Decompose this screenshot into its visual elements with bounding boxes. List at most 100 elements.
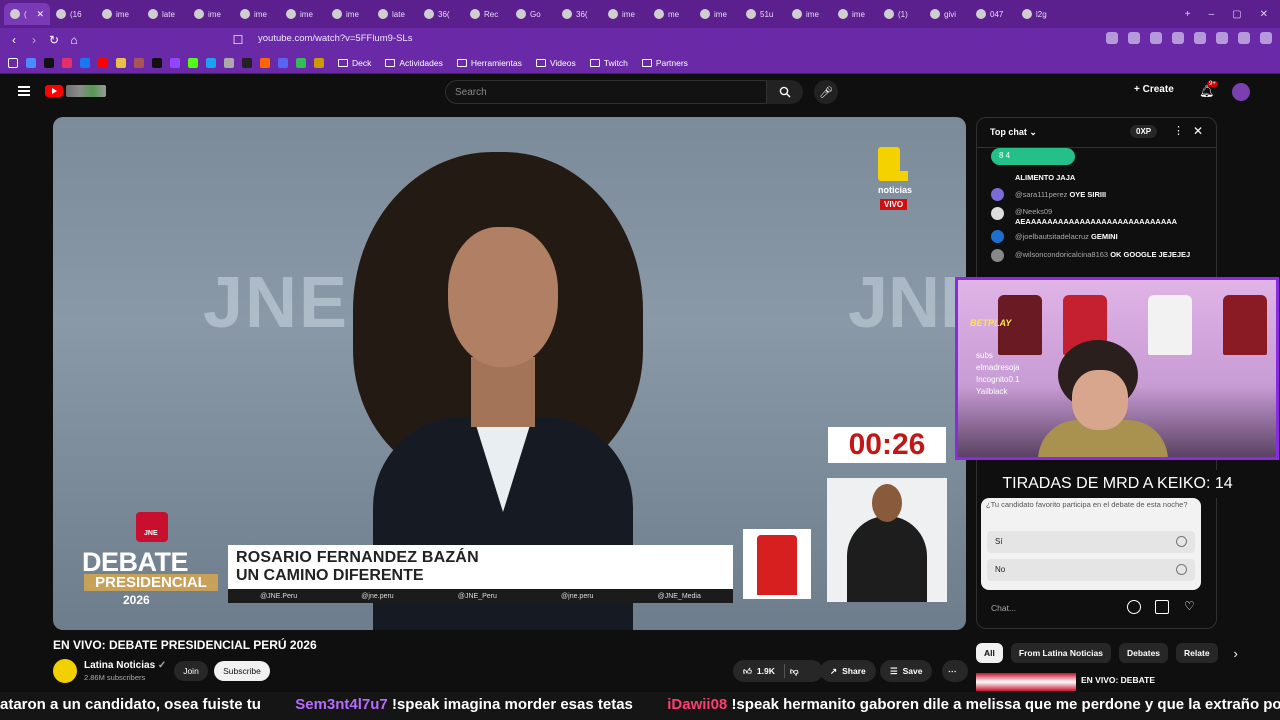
bookmark-folder[interactable]: Actividades bbox=[385, 58, 443, 68]
extension-icon[interactable] bbox=[1150, 32, 1162, 44]
bookmark-favicon[interactable] bbox=[116, 57, 126, 68]
youtube-icon[interactable] bbox=[98, 57, 108, 68]
close-icon[interactable]: ✕ bbox=[1193, 124, 1203, 138]
bookmark-favicon[interactable] bbox=[242, 57, 252, 68]
extension-icon[interactable] bbox=[1172, 32, 1184, 44]
poll-option[interactable]: No bbox=[987, 559, 1195, 581]
browser-tab[interactable]: 51u bbox=[740, 3, 786, 25]
video-player[interactable]: JNE JNE noticias VIVO 00:26 JNE DEBATE P… bbox=[53, 117, 966, 630]
save-button[interactable]: ☰ Save bbox=[880, 660, 933, 682]
extension-icon[interactable] bbox=[1194, 32, 1206, 44]
chat-input[interactable]: Chat... bbox=[991, 603, 1016, 613]
chip-channel[interactable]: From Latina Noticias bbox=[1010, 643, 1111, 663]
bookmark-icon[interactable]: ☐ bbox=[228, 33, 248, 47]
search-button[interactable] bbox=[767, 80, 803, 104]
browser-tab[interactable]: ime bbox=[234, 3, 280, 25]
chip-related[interactable]: Relate bbox=[1176, 643, 1218, 663]
browser-tab[interactable]: ime bbox=[694, 3, 740, 25]
close-tab-icon[interactable]: ✕ bbox=[36, 9, 44, 20]
channel-avatar[interactable] bbox=[53, 659, 77, 683]
heart-icon[interactable]: ♡ bbox=[1184, 600, 1198, 614]
browser-tab[interactable]: 36( bbox=[418, 3, 464, 25]
bookmark-favicon[interactable] bbox=[314, 57, 324, 68]
browser-tab[interactable]: ime bbox=[602, 3, 648, 25]
bookmark-favicon[interactable] bbox=[134, 57, 144, 68]
back-icon[interactable]: ‹ bbox=[4, 33, 24, 47]
forward-icon[interactable]: › bbox=[24, 33, 44, 47]
browser-tab[interactable]: (16 bbox=[50, 3, 96, 25]
ticker-user: iDawii08 bbox=[667, 696, 728, 713]
browser-tab[interactable]: Rec bbox=[464, 3, 510, 25]
chip-debates[interactable]: Debates bbox=[1118, 643, 1169, 663]
bookmark-favicon[interactable] bbox=[224, 57, 234, 68]
like-button[interactable]: 👍︎ 1.9K 👎︎ bbox=[733, 660, 823, 682]
bookmark-favicon[interactable] bbox=[188, 57, 198, 68]
join-button[interactable]: Join bbox=[174, 661, 208, 681]
instagram-icon[interactable] bbox=[62, 57, 72, 68]
x-icon[interactable] bbox=[152, 57, 162, 68]
browser-tab[interactable]: Go bbox=[510, 3, 556, 25]
subscribe-button[interactable]: Subscribe bbox=[214, 661, 270, 681]
browser-tab[interactable]: late bbox=[372, 3, 418, 25]
browser-tab[interactable]: me bbox=[648, 3, 694, 25]
reload-icon[interactable]: ↻ bbox=[44, 33, 64, 47]
bookmark-favicon[interactable] bbox=[170, 57, 180, 68]
youtube-logo[interactable] bbox=[45, 85, 63, 97]
bookmark-folder[interactable]: Partners bbox=[641, 58, 688, 68]
facebook-icon[interactable] bbox=[80, 57, 90, 68]
channel-name[interactable]: Latina Noticias ✓ bbox=[84, 660, 166, 671]
browser-tab[interactable]: ime bbox=[786, 3, 832, 25]
chip-all[interactable]: All bbox=[976, 643, 1003, 663]
avatar[interactable] bbox=[1232, 83, 1250, 101]
chat-mode-dropdown[interactable]: Top chat ⌄ bbox=[990, 127, 1037, 138]
emoji-icon[interactable] bbox=[1127, 600, 1141, 614]
home-icon[interactable]: ⌂ bbox=[64, 33, 84, 47]
chevron-right-icon[interactable]: › bbox=[1234, 646, 1238, 661]
search-input[interactable]: Search bbox=[445, 80, 767, 104]
share-button[interactable]: ↗ Share bbox=[820, 660, 876, 682]
url-field[interactable]: youtube.com/watch?v=5FFlum9-SLs bbox=[258, 33, 412, 44]
bookmark-favicon[interactable] bbox=[278, 57, 288, 68]
bookmark-folder[interactable]: Deck bbox=[338, 58, 371, 68]
browser-tab[interactable]: ime bbox=[832, 3, 878, 25]
extension-icon[interactable] bbox=[1128, 32, 1140, 44]
menu-icon[interactable] bbox=[18, 86, 30, 96]
close-window-icon[interactable]: ✕ bbox=[1260, 9, 1268, 20]
extension-icon[interactable] bbox=[1216, 32, 1228, 44]
browser-tab[interactable]: 36( bbox=[556, 3, 602, 25]
browser-tab[interactable]: givi bbox=[924, 3, 970, 25]
new-tab-icon[interactable]: + bbox=[1185, 9, 1191, 20]
extension-icon[interactable] bbox=[1238, 32, 1250, 44]
poll-option[interactable]: Sí bbox=[987, 531, 1195, 553]
bookmark-favicon[interactable] bbox=[260, 57, 270, 68]
browser-tab[interactable]: 047 bbox=[970, 3, 1016, 25]
create-button[interactable]: + Create bbox=[1134, 84, 1174, 95]
apps-icon[interactable] bbox=[8, 57, 18, 68]
recommended-video[interactable]: EN VIVO: DEBATE bbox=[976, 672, 1246, 692]
browser-tab[interactable]: ime bbox=[96, 3, 142, 25]
thumbs-down-icon[interactable]: 👎︎ bbox=[790, 666, 799, 677]
bookmark-folder[interactable]: Herramientas bbox=[456, 58, 522, 68]
bookmark-folder[interactable]: Videos bbox=[535, 58, 576, 68]
tiktok-icon[interactable] bbox=[44, 57, 54, 68]
minimize-icon[interactable]: – bbox=[1209, 9, 1215, 20]
browser-tab[interactable]: ime bbox=[280, 3, 326, 25]
browser-tab[interactable]: ime bbox=[188, 3, 234, 25]
reaction-pill[interactable]: 8 4 bbox=[991, 148, 1075, 165]
browser-tab[interactable]: ime bbox=[326, 3, 372, 25]
bookmark-favicon[interactable] bbox=[26, 57, 36, 68]
maximize-icon[interactable]: ▢ bbox=[1232, 9, 1241, 20]
bookmark-favicon[interactable] bbox=[296, 57, 306, 68]
browser-tab[interactable]: (✕ bbox=[4, 3, 50, 25]
more-options-icon[interactable]: ⋮ bbox=[1173, 124, 1184, 137]
bookmark-folder[interactable]: Twitch bbox=[589, 58, 628, 68]
browser-tab[interactable]: late bbox=[142, 3, 188, 25]
browser-tab[interactable]: l2g bbox=[1016, 3, 1062, 25]
menu-icon[interactable] bbox=[1260, 32, 1272, 44]
extension-icon[interactable] bbox=[1106, 32, 1118, 44]
super-chat-icon[interactable] bbox=[1155, 600, 1169, 614]
more-actions-button[interactable]: ⋯ bbox=[942, 660, 968, 682]
browser-tab[interactable]: (1) bbox=[878, 3, 924, 25]
voice-search-icon[interactable]: 🎤︎ bbox=[814, 80, 838, 104]
bookmark-favicon[interactable] bbox=[206, 57, 216, 68]
